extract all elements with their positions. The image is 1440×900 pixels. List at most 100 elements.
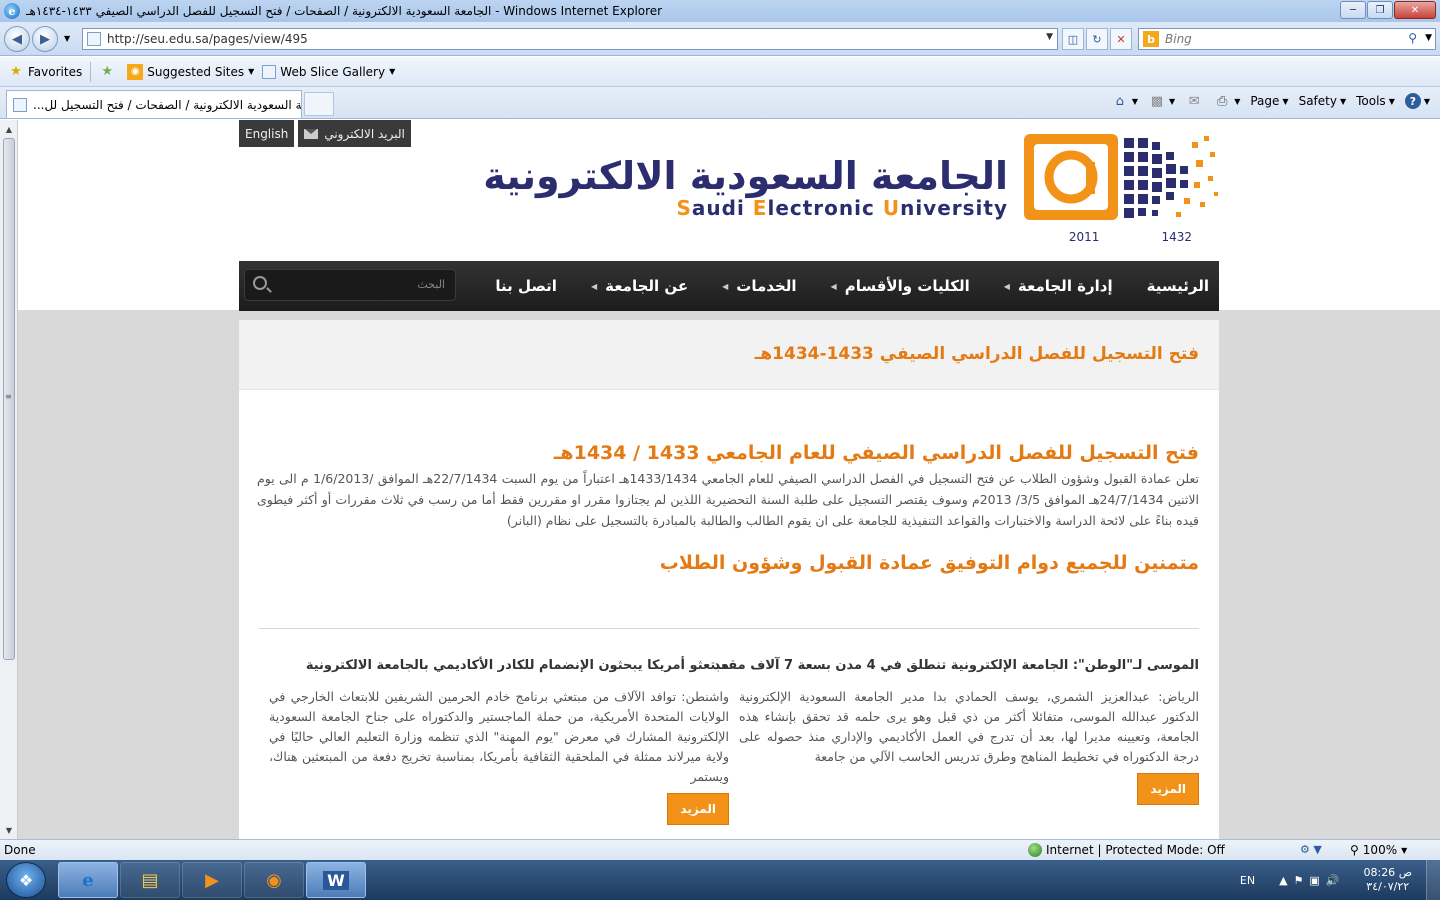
nav-items: الرئيسية إدارة الجامعة ◀ الكليات والأقسام… (495, 261, 1209, 311)
forward-button[interactable]: ▶ (32, 26, 58, 52)
search-icon[interactable] (253, 276, 267, 290)
refresh-icon[interactable]: ↻ (1086, 28, 1108, 50)
zoom-control[interactable]: ⚲ 100% ▼ (1350, 843, 1407, 857)
language-indicator[interactable]: EN (1240, 874, 1255, 887)
vertical-scrollbar[interactable]: ▲ ≡ ▼ (0, 120, 18, 839)
print-button[interactable]: ⎙ ▼ (1213, 92, 1240, 110)
top-links: English البريد الالكتروني (239, 120, 411, 147)
address-actions: ◫ ↻ ✕ (1062, 28, 1132, 50)
show-desktop-button[interactable] (1426, 860, 1440, 900)
bing-icon: b (1143, 31, 1159, 47)
news-item: مبتعثو أمريكا يبحثون الإنضمام للكادر الأ… (269, 658, 729, 825)
suggested-sites-link[interactable]: ◉ Suggested Sites ▼ (127, 63, 254, 80)
nav-item-about[interactable]: عن الجامعة ◀ (591, 277, 688, 295)
english-link-label: English (245, 126, 289, 141)
new-tab-button[interactable] (304, 92, 334, 116)
article-signoff: متمنين للجميع دوام التوفيق عمادة القبول … (659, 552, 1199, 574)
university-logo[interactable]: الجامعة السعودية الالكترونية Saudi Elect… (483, 132, 1220, 244)
read-more-button[interactable]: المزيد (1137, 773, 1199, 805)
news-excerpt: واشنطن: توافد الآلاف من مبتعثي برنامج خا… (269, 689, 729, 784)
home-button[interactable]: ⌂ ▼ (1111, 92, 1138, 110)
window-controls: ─ ❐ ✕ (1340, 1, 1436, 19)
status-bar: Done Internet | Protected Mode: Off ⚙ ▼ … (0, 839, 1440, 860)
news-title[interactable]: الموسى لـ"الوطن": الجامعة الإلكترونية تن… (713, 658, 1199, 673)
search-dropdown-icon[interactable]: ▼ (1425, 33, 1432, 43)
folder-icon: ▤ (141, 869, 159, 891)
tab-active[interactable]: ...الجامعة السعودية الالكترونية / الصفحا… (6, 90, 302, 118)
nav-item-colleges[interactable]: الكليات والأقسام ◀ (831, 277, 970, 295)
windows-taskbar: ❖ e ▤ ▶ ◉ W EN ▲⚑▣🔊 08:26 ص ٣٤/٠٧/٢٢ (0, 860, 1440, 900)
taskbar-explorer[interactable]: ▤ (120, 862, 180, 898)
chevron-down-icon: ▼ (1234, 96, 1241, 106)
nav-item-label: اتصل بنا (495, 277, 557, 295)
tools-menu[interactable]: Tools ▼ (1356, 94, 1395, 108)
taskbar-media-player[interactable]: ▶ (182, 862, 242, 898)
chevron-down-icon: ▼ (1388, 96, 1395, 106)
address-dropdown-icon[interactable]: ▼ (1046, 32, 1053, 42)
feeds-button[interactable]: ▩ ▼ (1148, 92, 1175, 110)
caret-left-icon: ◀ (830, 281, 837, 291)
back-button[interactable]: ◀ (4, 26, 30, 52)
divider (90, 61, 92, 82)
privacy-icon[interactable]: ⚙ ▼ (1300, 843, 1322, 856)
clock[interactable]: 08:26 ص ٣٤/٠٧/٢٢ (1363, 866, 1412, 894)
globe-icon (1028, 843, 1042, 857)
taskbar-internet-explorer[interactable]: e (58, 862, 118, 898)
caret-left-icon: ◀ (722, 281, 729, 291)
favorites-button[interactable]: ★ Favorites (8, 64, 82, 80)
minimize-button[interactable]: ─ (1340, 1, 1366, 19)
scroll-down-button[interactable]: ▼ (1, 822, 17, 838)
nav-item-label: الكليات والأقسام (844, 277, 970, 295)
maximize-button[interactable]: ❐ (1367, 1, 1393, 19)
site-search-placeholder: البحث (417, 278, 445, 291)
outlook-icon: ◉ (266, 869, 282, 891)
scroll-up-button[interactable]: ▲ (1, 121, 17, 137)
nav-item-label: الخدمات (736, 277, 797, 295)
logo-english-text: Saudi Electronic University (676, 196, 1008, 220)
tray-icons[interactable]: ▲⚑▣🔊 (1279, 874, 1345, 887)
caret-left-icon: ◀ (1003, 281, 1010, 291)
web-slice-gallery-label: Web Slice Gallery (280, 64, 386, 79)
safety-menu[interactable]: Safety ▼ (1299, 94, 1347, 108)
web-slice-gallery-link[interactable]: Web Slice Gallery ▼ (262, 64, 395, 79)
read-more-button[interactable]: المزيد (667, 793, 729, 825)
taskbar-word[interactable]: W (306, 862, 366, 898)
chevron-down-icon: ▼ (1282, 96, 1289, 106)
close-button[interactable]: ✕ (1394, 1, 1436, 19)
nav-item-home[interactable]: الرئيسية (1147, 277, 1209, 295)
logo-arabic-text: الجامعة السعودية الالكترونية (483, 154, 1008, 198)
site-search-input[interactable]: البحث (244, 269, 456, 301)
history-dropdown[interactable]: ▼ (64, 34, 70, 43)
english-link[interactable]: English (239, 120, 295, 147)
start-button[interactable]: ❖ (6, 862, 46, 898)
main-navigation: الرئيسية إدارة الجامعة ◀ الكليات والأقسام… (239, 261, 1219, 311)
stop-icon[interactable]: ✕ (1110, 28, 1132, 50)
page-menu[interactable]: Page ▼ (1250, 94, 1288, 108)
compatibility-view-icon[interactable]: ◫ (1062, 28, 1084, 50)
web-slice-icon (262, 64, 277, 79)
search-icon[interactable]: ⚲ (1408, 31, 1417, 45)
help-button[interactable]: ? ▼ (1404, 93, 1430, 109)
nav-item-contact[interactable]: اتصل بنا (495, 277, 557, 295)
tools-menu-label: Tools (1356, 94, 1386, 108)
window-titlebar: e الجامعة السعودية الالكترونية / الصفحات… (0, 0, 1440, 22)
nav-item-services[interactable]: الخدمات ◀ (722, 277, 796, 295)
divider (259, 628, 1199, 629)
email-link[interactable]: البريد الالكتروني (298, 120, 411, 147)
mail-icon: ✉ (1188, 93, 1200, 109)
nav-item-label: الرئيسية (1146, 277, 1209, 295)
suggested-sites-icon: ◉ (127, 63, 144, 80)
news-title[interactable]: مبتعثو أمريكا يبحثون الإنضمام للكادر الأ… (269, 658, 729, 673)
taskbar-outlook[interactable]: ◉ (244, 862, 304, 898)
mail-icon (304, 128, 319, 139)
nav-item-administration[interactable]: إدارة الجامعة ◀ (1004, 277, 1113, 295)
page-header: فتح التسجيل للفصل الدراسي الصيفي 1433-14… (239, 320, 1219, 390)
security-zone-label: Internet | Protected Mode: Off (1046, 843, 1225, 857)
chevron-down-icon: ▼ (1401, 845, 1408, 855)
search-input[interactable]: b Bing ⚲ ▼ (1138, 28, 1436, 50)
security-zone[interactable]: Internet | Protected Mode: Off (1028, 843, 1225, 857)
clock-time: 08:26 ص (1363, 866, 1412, 879)
address-input[interactable]: http://seu.edu.sa/pages/view/495 ▼ (82, 28, 1058, 50)
read-mail-button[interactable]: ✉ (1185, 92, 1203, 110)
add-favorite-button[interactable]: ★ (99, 64, 119, 80)
